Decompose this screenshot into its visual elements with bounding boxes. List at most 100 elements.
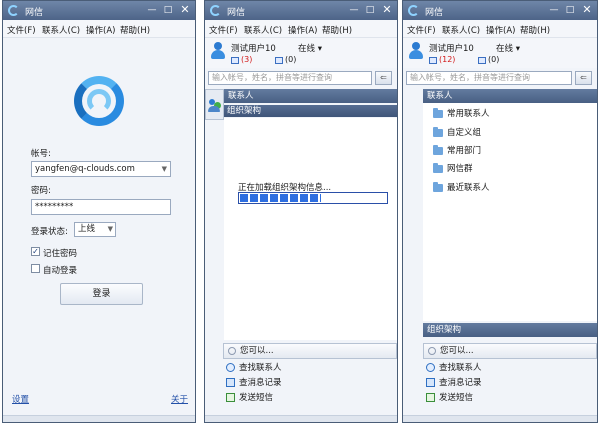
loading-progress-fill xyxy=(240,194,322,202)
mail-icon[interactable] xyxy=(231,57,239,64)
org-tree-pane xyxy=(224,118,397,340)
search-input[interactable]: 输入帐号，姓名，拼音等进行查询 xyxy=(406,71,572,85)
menu-help[interactable]: 帮助(H) xyxy=(520,24,550,36)
message-history-action[interactable]: 查消息记录 xyxy=(423,376,482,390)
folder-icon xyxy=(433,108,443,118)
menu-contacts[interactable]: 联系人(C) xyxy=(442,24,480,36)
menu-actions[interactable]: 操作(A) xyxy=(86,24,115,36)
menu-help[interactable]: 帮助(H) xyxy=(120,24,150,36)
loading-progress-bar xyxy=(238,192,388,204)
contacts-window: 网信 — □ ✕ 文件(F) 联系人(C) 操作(A) 帮助(H) 测试用户10… xyxy=(402,0,598,423)
app-logo-icon xyxy=(210,5,221,16)
title-bar[interactable]: 网信 — □ ✕ xyxy=(205,1,397,20)
menu-contacts[interactable]: 联系人(C) xyxy=(42,24,80,36)
find-contact-action[interactable]: 查找联系人 xyxy=(423,361,482,375)
find-contact-action[interactable]: 查找联系人 xyxy=(223,361,282,375)
chevron-down-icon[interactable]: ▼ xyxy=(108,223,113,236)
sms-icon[interactable] xyxy=(275,57,283,64)
window-title: 网信 xyxy=(425,8,444,18)
close-button[interactable]: ✕ xyxy=(178,4,192,16)
search-button[interactable]: ⇐ xyxy=(375,71,392,85)
org-section-header[interactable]: 组织架构 xyxy=(423,323,597,337)
menu-bar: 文件(F) 联系人(C) 操作(A) 帮助(H) xyxy=(403,20,597,38)
status-selector[interactable]: 在线 ▾ xyxy=(496,42,520,54)
search-icon xyxy=(226,363,235,372)
sms-count[interactable]: (0) xyxy=(488,55,499,64)
maximize-button[interactable]: □ xyxy=(563,4,577,16)
mail-icon[interactable] xyxy=(429,57,437,64)
status-bar xyxy=(403,415,597,422)
title-bar[interactable]: 网信 — □ ✕ xyxy=(403,1,597,20)
user-bar: 测试用户10 在线 ▾ (12) (0) xyxy=(403,38,597,68)
window-title: 网信 xyxy=(227,8,246,18)
minimize-button[interactable]: — xyxy=(547,4,561,16)
info-icon xyxy=(228,347,236,355)
minimize-button[interactable]: — xyxy=(145,4,159,16)
menu-actions[interactable]: 操作(A) xyxy=(486,24,515,36)
status-bar xyxy=(205,415,397,422)
app-logo-icon xyxy=(408,5,419,16)
login-window: 网信 — □ ✕ 文件(F) 联系人(C) 操作(A) 帮助(H) 帐号: ya… xyxy=(2,0,196,423)
sms-count[interactable]: (0) xyxy=(285,55,296,64)
menu-file[interactable]: 文件(F) xyxy=(7,24,36,36)
folder-icon xyxy=(433,145,443,155)
folder-icon xyxy=(433,127,443,137)
status-selector[interactable]: 在线 ▾ xyxy=(298,42,322,54)
actions-panel: 您可以... 查找联系人 查消息记录 发送短信 xyxy=(423,343,597,415)
about-link[interactable]: 关于 xyxy=(171,393,188,405)
menu-file[interactable]: 文件(F) xyxy=(209,24,238,36)
window-title: 网信 xyxy=(25,8,44,18)
search-input[interactable]: 输入帐号，姓名，拼音等进行查询 xyxy=(208,71,372,85)
account-value: yangfen@q-clouds.com xyxy=(35,164,135,174)
user-bar: 测试用户10 在线 ▾ (3) (0) xyxy=(205,38,397,68)
remember-password-checkbox[interactable]: ✓ xyxy=(31,247,40,256)
status-select[interactable]: 上线 ▼ xyxy=(74,222,116,237)
message-history-action[interactable]: 查消息记录 xyxy=(223,376,282,390)
org-section-header[interactable]: 组织架构 xyxy=(224,105,397,117)
mail-count[interactable]: (12) xyxy=(439,55,455,64)
maximize-button[interactable]: □ xyxy=(161,4,175,16)
menu-bar: 文件(F) 联系人(C) 操作(A) 帮助(H) xyxy=(205,20,397,38)
history-icon xyxy=(226,378,235,387)
send-sms-action[interactable]: 发送短信 xyxy=(423,391,473,405)
status-label: 登录状态: xyxy=(31,227,68,237)
sms-icon xyxy=(426,393,435,402)
menu-help[interactable]: 帮助(H) xyxy=(322,24,352,36)
password-label: 密码: xyxy=(31,186,51,196)
folder-icon xyxy=(433,182,443,192)
menu-actions[interactable]: 操作(A) xyxy=(288,24,317,36)
user-name: 测试用户10 xyxy=(231,44,276,54)
chevron-down-icon[interactable]: ▼ xyxy=(162,162,167,176)
can-do-header[interactable]: 您可以... xyxy=(423,343,597,359)
sms-icon[interactable] xyxy=(478,57,486,64)
minimize-button[interactable]: — xyxy=(347,4,361,16)
history-icon xyxy=(426,378,435,387)
title-bar[interactable]: 网信 — □ ✕ xyxy=(3,1,195,20)
search-button[interactable]: ⇐ xyxy=(575,71,592,85)
password-field[interactable]: ********* xyxy=(31,199,171,215)
contacts-section-header[interactable]: 联系人 xyxy=(423,89,597,103)
menu-contacts[interactable]: 联系人(C) xyxy=(244,24,282,36)
send-sms-action[interactable]: 发送短信 xyxy=(223,391,273,405)
actions-panel: 您可以... 查找联系人 查消息记录 发送短信 xyxy=(223,343,397,415)
contacts-section-header[interactable]: 联系人 xyxy=(224,89,397,103)
auto-login-checkbox[interactable] xyxy=(31,264,40,273)
maximize-button[interactable]: □ xyxy=(363,4,377,16)
login-button[interactable]: 登录 xyxy=(60,283,143,305)
contacts-tab-icon[interactable] xyxy=(205,89,224,120)
avatar[interactable] xyxy=(408,42,424,60)
can-do-header[interactable]: 您可以... xyxy=(223,343,397,359)
close-button[interactable]: ✕ xyxy=(380,4,394,16)
account-field[interactable]: yangfen@q-clouds.com ▼ xyxy=(31,161,171,177)
menu-bar: 文件(F) 联系人(C) 操作(A) 帮助(H) xyxy=(3,20,195,38)
brand-logo-inner-icon xyxy=(87,89,111,113)
user-name: 测试用户10 xyxy=(429,44,474,54)
close-button[interactable]: ✕ xyxy=(580,4,594,16)
sms-icon xyxy=(226,393,235,402)
avatar[interactable] xyxy=(210,42,226,60)
contacts-window-loading: 网信 — □ ✕ 文件(F) 联系人(C) 操作(A) 帮助(H) 测试用户10… xyxy=(204,0,398,423)
status-value: 上线 xyxy=(78,224,96,234)
settings-link[interactable]: 设置 xyxy=(12,393,29,405)
mail-count[interactable]: (3) xyxy=(241,55,252,64)
menu-file[interactable]: 文件(F) xyxy=(407,24,436,36)
